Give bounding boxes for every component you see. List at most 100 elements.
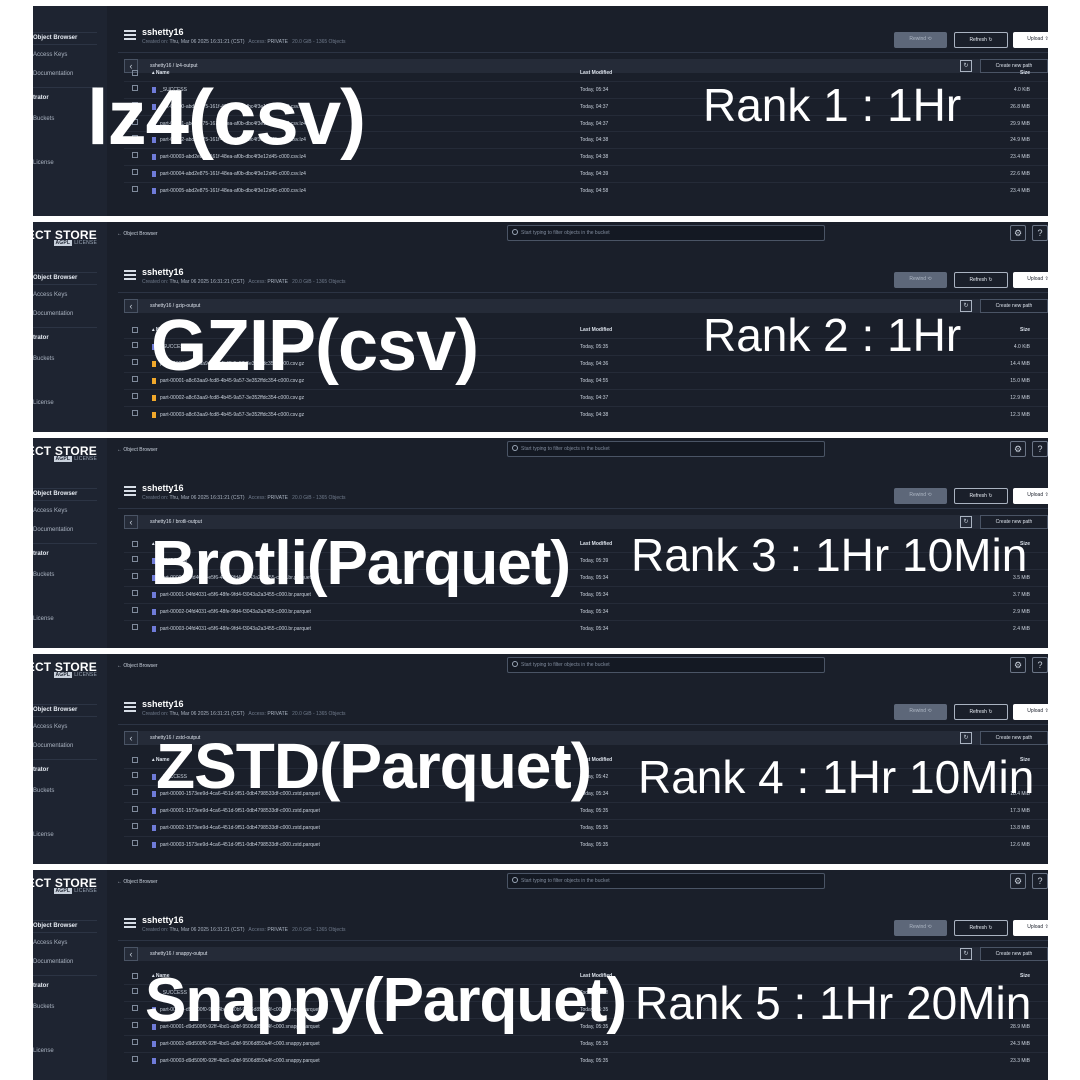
- sidebar-item-access-keys[interactable]: Access Keys: [33, 940, 67, 946]
- row-checkbox[interactable]: [132, 342, 138, 348]
- table-row[interactable]: part-00001-1573ee9d-4ca6-451d-9f51-0db47…: [124, 802, 1048, 819]
- row-checkbox[interactable]: [132, 590, 138, 596]
- row-checkbox[interactable]: [132, 772, 138, 778]
- column-size[interactable]: Size: [1020, 327, 1030, 333]
- upload-button[interactable]: Upload ⇧: [1013, 32, 1048, 48]
- settings-icon[interactable]: ⚙: [1010, 873, 1026, 889]
- rewind-path-icon[interactable]: ↻: [960, 732, 972, 744]
- sidebar-item-access-keys[interactable]: Access Keys: [33, 724, 67, 730]
- row-checkbox[interactable]: [132, 607, 138, 613]
- row-checkbox[interactable]: [132, 410, 138, 416]
- row-checkbox[interactable]: [132, 1039, 138, 1045]
- row-checkbox[interactable]: [132, 806, 138, 812]
- help-icon[interactable]: ?: [1032, 657, 1048, 673]
- sidebar-item-object-browser[interactable]: Object Browser: [33, 35, 77, 41]
- sidebar-item-access-keys[interactable]: Access Keys: [33, 52, 67, 58]
- row-checkbox[interactable]: [132, 823, 138, 829]
- back-to-object-browser[interactable]: ← Object Browser: [117, 663, 158, 669]
- breadcrumb[interactable]: sshetty16 / snappy-output: [150, 951, 207, 957]
- create-path-button[interactable]: Create new path: [980, 947, 1048, 961]
- search-input[interactable]: Start typing to filter objects in the bu…: [507, 225, 825, 241]
- help-icon[interactable]: ?: [1032, 873, 1048, 889]
- create-path-button[interactable]: Create new path: [980, 515, 1048, 529]
- sidebar-item-documentation[interactable]: Documentation: [33, 959, 73, 965]
- back-to-object-browser[interactable]: ← Object Browser: [117, 879, 158, 885]
- file-name[interactable]: part-00003-a8c63aa9-fcd8-4b45-9a57-3e352…: [160, 412, 304, 418]
- table-row[interactable]: part-00002-d9d500f0-92ff-4bd1-a0bf-9506d…: [124, 1035, 1048, 1052]
- sidebar-item-documentation[interactable]: Documentation: [33, 527, 73, 533]
- sidebar-item-buckets[interactable]: Buckets: [33, 1004, 54, 1010]
- sidebar-item-buckets[interactable]: Buckets: [33, 572, 54, 578]
- file-name[interactable]: part-00003-04fd4031-e5f6-48fe-9fd4-f3043…: [160, 626, 311, 632]
- refresh-button[interactable]: Refresh ↻: [954, 32, 1008, 48]
- upload-button[interactable]: Upload ⇧: [1013, 272, 1048, 288]
- file-name[interactable]: part-00005-abd2e875-161f-48ea-af0b-dbc4f…: [160, 188, 306, 194]
- select-all-checkbox[interactable]: [132, 973, 138, 979]
- sidebar-item-object-browser[interactable]: Object Browser: [33, 707, 77, 713]
- rewind-button[interactable]: Rewind ⟲: [894, 488, 947, 504]
- sidebar-item-documentation[interactable]: Documentation: [33, 71, 73, 77]
- upload-button[interactable]: Upload ⇧: [1013, 488, 1048, 504]
- refresh-button[interactable]: Refresh ↻: [954, 920, 1008, 936]
- refresh-button[interactable]: Refresh ↻: [954, 272, 1008, 288]
- upload-button[interactable]: Upload ⇧: [1013, 704, 1048, 720]
- back-to-object-browser[interactable]: ← Object Browser: [117, 231, 158, 237]
- rewind-path-icon[interactable]: ↻: [960, 948, 972, 960]
- sidebar-item-object-browser[interactable]: Object Browser: [33, 491, 77, 497]
- table-row[interactable]: part-00003-d9d500f0-92ff-4bd1-a0bf-9506d…: [124, 1052, 1048, 1069]
- row-checkbox[interactable]: [132, 169, 138, 175]
- refresh-button[interactable]: Refresh ↻: [954, 488, 1008, 504]
- settings-icon[interactable]: ⚙: [1010, 657, 1026, 673]
- sidebar-item-documentation[interactable]: Documentation: [33, 743, 73, 749]
- settings-icon[interactable]: ⚙: [1010, 225, 1026, 241]
- chevron-left-icon[interactable]: ‹: [124, 515, 138, 529]
- row-checkbox[interactable]: [132, 1056, 138, 1062]
- file-name[interactable]: part-00002-1573ee9d-4ca6-451d-9f51-0db47…: [160, 825, 320, 831]
- search-input[interactable]: Start typing to filter objects in the bu…: [507, 873, 825, 889]
- row-checkbox[interactable]: [132, 789, 138, 795]
- file-name[interactable]: part-00002-a8c63aa9-fcd8-4b45-9a57-3e352…: [160, 395, 304, 401]
- sidebar-item-buckets[interactable]: Buckets: [33, 788, 54, 794]
- row-checkbox[interactable]: [132, 359, 138, 365]
- row-checkbox[interactable]: [132, 393, 138, 399]
- rewind-button[interactable]: Rewind ⟲: [894, 920, 947, 936]
- rewind-path-icon[interactable]: ↻: [960, 516, 972, 528]
- sidebar-item-license[interactable]: License: [33, 160, 54, 166]
- upload-button[interactable]: Upload ⇧: [1013, 920, 1048, 936]
- row-checkbox[interactable]: [132, 185, 138, 192]
- create-path-button[interactable]: Create new path: [980, 731, 1048, 745]
- file-name[interactable]: part-00002-d9d500f0-92ff-4bd1-a0bf-9506d…: [160, 1041, 320, 1047]
- settings-icon[interactable]: ⚙: [1010, 441, 1026, 457]
- file-name[interactable]: part-00003-d9d500f0-92ff-4bd1-a0bf-9506d…: [160, 1058, 320, 1064]
- row-checkbox[interactable]: [132, 573, 138, 579]
- rewind-button[interactable]: Rewind ⟲: [894, 272, 947, 288]
- row-checkbox[interactable]: [132, 1005, 138, 1011]
- sidebar-item-license[interactable]: License: [33, 616, 54, 622]
- row-checkbox[interactable]: [132, 1022, 138, 1028]
- table-row[interactable]: part-00005-abd2e875-161f-48ea-af0b-dbc4f…: [124, 181, 1048, 199]
- breadcrumb[interactable]: sshetty16 / brotli-output: [150, 519, 202, 525]
- rewind-button[interactable]: Rewind ⟲: [894, 704, 947, 720]
- table-row[interactable]: part-00002-04fd4031-e5f6-48fe-9fd4-f3043…: [124, 603, 1048, 620]
- row-checkbox[interactable]: [132, 840, 138, 846]
- back-to-object-browser[interactable]: ← Object Browser: [117, 447, 158, 453]
- column-modified[interactable]: Last Modified: [580, 327, 612, 333]
- table-row[interactable]: part-00002-1573ee9d-4ca6-451d-9f51-0db47…: [124, 819, 1048, 836]
- column-modified[interactable]: Last Modified: [580, 541, 612, 547]
- search-input[interactable]: Start typing to filter objects in the bu…: [507, 441, 825, 457]
- row-checkbox[interactable]: [132, 376, 138, 382]
- file-name[interactable]: part-00002-04fd4031-e5f6-48fe-9fd4-f3043…: [160, 609, 311, 615]
- table-row[interactable]: part-00003-1573ee9d-4ca6-451d-9f51-0db47…: [124, 836, 1048, 853]
- rewind-button[interactable]: Rewind ⟲: [894, 32, 947, 48]
- search-input[interactable]: Start typing to filter objects in the bu…: [507, 657, 825, 673]
- file-name[interactable]: part-00001-1573ee9d-4ca6-451d-9f51-0db47…: [160, 808, 320, 814]
- row-checkbox[interactable]: [132, 624, 138, 630]
- help-icon[interactable]: ?: [1032, 441, 1048, 457]
- column-size[interactable]: Size: [1020, 70, 1030, 76]
- column-modified[interactable]: Last Modified: [580, 70, 612, 76]
- sidebar-item-documentation[interactable]: Documentation: [33, 311, 73, 317]
- select-all-checkbox[interactable]: [132, 541, 138, 547]
- table-row[interactable]: part-00004-abd2e875-161f-48ea-af0b-dbc4f…: [124, 165, 1048, 182]
- sidebar-item-object-browser[interactable]: Object Browser: [33, 923, 77, 929]
- refresh-button[interactable]: Refresh ↻: [954, 704, 1008, 720]
